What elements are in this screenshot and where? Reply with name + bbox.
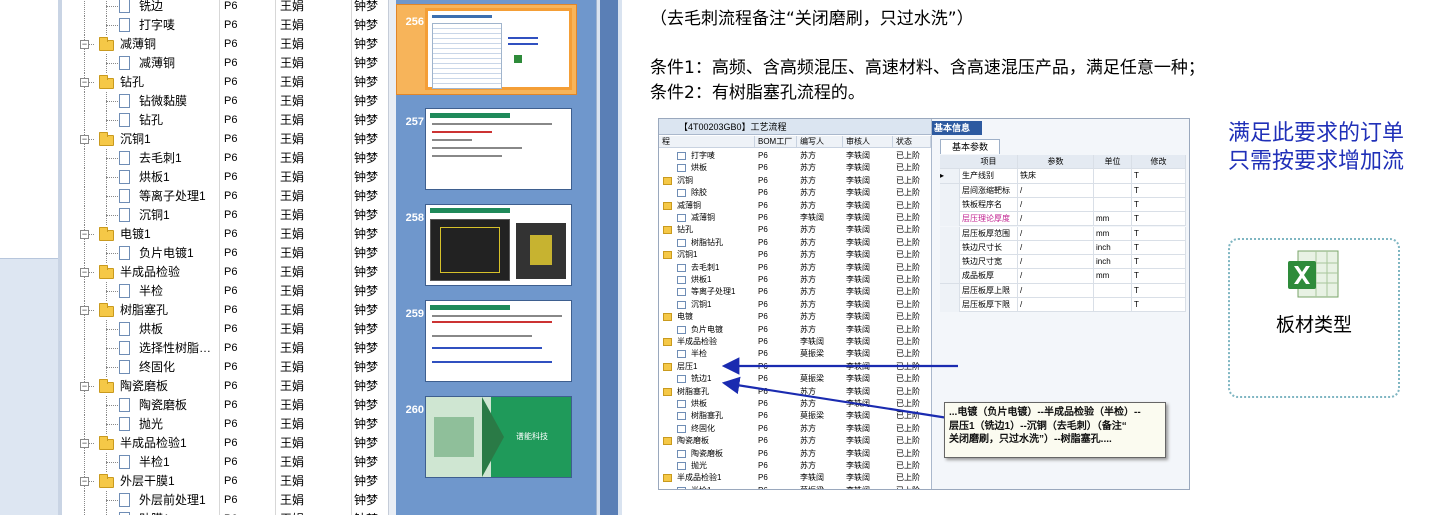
requirement-line-1: 满足此要求的订单 xyxy=(1228,121,1405,146)
arrows-overlay xyxy=(721,357,958,420)
arrow-to-edge1 xyxy=(721,376,949,420)
excel-label: 板材类型 xyxy=(1275,314,1352,336)
flow-callout: ...电镀（负片电镀）--半成品检验（半检）-- 层压1（铣边1）--沉铜（去毛… xyxy=(944,402,1166,458)
excel-icon[interactable] xyxy=(1286,247,1342,301)
requirement-line-2: 只需按要求增加流 xyxy=(1228,149,1405,174)
requirement-text: 满足此要求的订单 只需按要求增加流 xyxy=(1228,120,1404,176)
